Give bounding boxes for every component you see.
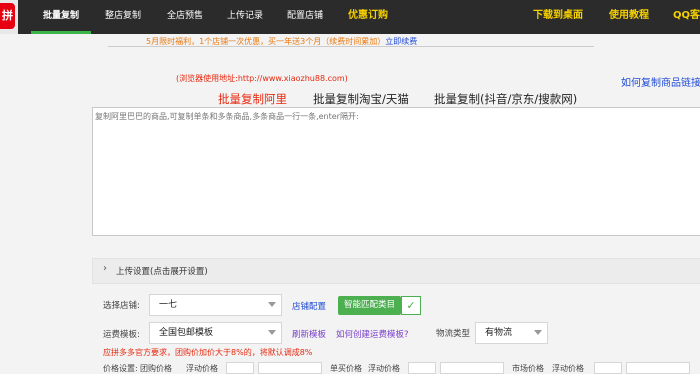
refresh-template-link[interactable]: 刷新模板: [292, 328, 326, 340]
tab-copy-alibaba[interactable]: 批量复制阿里: [218, 91, 287, 107]
caret-down-icon: [268, 302, 276, 307]
site-url-note: (浏览器使用地址:http://www.xiaozhu88.com): [176, 74, 348, 83]
group-float-label: 浮动价格: [186, 364, 218, 373]
group-float-input[interactable]: [258, 362, 322, 374]
group-price-input[interactable]: [226, 362, 254, 374]
store-config-link[interactable]: 店铺配置: [292, 300, 326, 312]
market-float-label: 浮动价格: [552, 364, 584, 373]
smart-match-category-button[interactable]: 智能匹配类目: [338, 296, 401, 315]
nav-download-desktop[interactable]: 下载到桌面: [533, 0, 583, 34]
caret-down-icon: [534, 330, 542, 335]
nav-store-config[interactable]: 配置店铺: [287, 0, 323, 34]
nav-tutorial[interactable]: 使用教程: [609, 0, 649, 34]
store-label: 选择店铺:: [103, 301, 140, 311]
promo-text: 5月限时福利，1个店铺一次优惠，买一年送3个月（续费时间累加）: [146, 37, 386, 46]
nav-qq-service[interactable]: QQ客服: [673, 0, 700, 34]
single-float-input[interactable]: [440, 362, 504, 374]
market-price-input[interactable]: [594, 362, 622, 374]
group-price-label: 团购价格: [140, 364, 172, 373]
store-select-value: 一七: [159, 300, 178, 310]
chevron-right-icon: ›: [103, 263, 107, 274]
shipping-template-select[interactable]: 全国包邮模板: [149, 322, 282, 344]
nav-store-copy[interactable]: 整店复制: [105, 0, 141, 34]
shipping-template-value: 全国包邮模板: [159, 328, 214, 338]
nav-batch-copy[interactable]: 批量复制: [31, 0, 92, 34]
tab-copy-taobao[interactable]: 批量复制淘宝/天猫: [313, 91, 409, 107]
nav-presale[interactable]: 全店预售: [167, 0, 203, 34]
store-select[interactable]: 一七: [149, 294, 282, 316]
logistics-type-label: 物流类型: [436, 329, 471, 339]
product-links-input[interactable]: [92, 107, 700, 236]
app-logo[interactable]: 拼: [0, 0, 18, 34]
upload-settings-title: 上传设置(点击展开设置): [116, 267, 208, 277]
single-price-input[interactable]: [408, 362, 436, 374]
price-warning-text: 应拼多多官方要求，团购价加价大于8%的，将默认调成8%: [103, 348, 313, 357]
market-float-input[interactable]: [626, 362, 690, 374]
logistics-type-value: 有物流: [485, 328, 513, 338]
tab-copy-douyin-jd[interactable]: 批量复制(抖音/京东/搜款网): [434, 91, 577, 107]
single-price-label: 单买价格: [330, 364, 362, 373]
how-to-create-template-link[interactable]: 如何创建运费模板?: [336, 328, 409, 340]
nav-discount-order[interactable]: 优惠订购: [348, 0, 388, 34]
how-to-copy-link[interactable]: 如何复制商品链接: [621, 74, 700, 89]
shipping-template-label: 运费模板:: [103, 330, 140, 340]
logistics-type-select[interactable]: 有物流: [475, 322, 548, 344]
checkmark-icon[interactable]: ✓: [401, 296, 421, 315]
renew-link[interactable]: 立即续费: [385, 37, 417, 46]
nav-upload-records[interactable]: 上传记录: [227, 0, 263, 34]
market-price-label: 市场价格: [512, 364, 544, 373]
caret-down-icon: [268, 330, 276, 335]
logo-mark: 拼: [0, 3, 15, 29]
price-settings-label: 价格设置:: [103, 364, 138, 373]
promo-divider: [108, 46, 594, 47]
single-float-label: 浮动价格: [368, 364, 400, 373]
